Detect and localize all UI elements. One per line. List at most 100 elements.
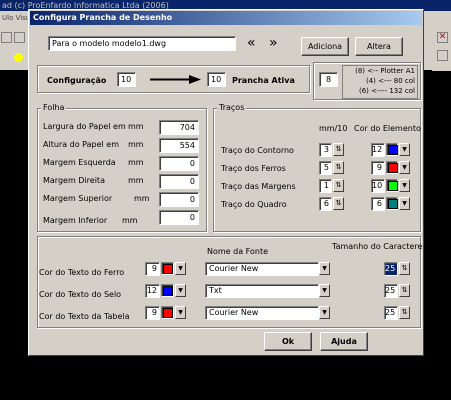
texto-color-dropdown-icon[interactable]: ▼ xyxy=(175,306,186,319)
plotter-input[interactable]: 8 xyxy=(319,72,338,87)
tracos-rows: Traço do Contorno 3 ⇅ 12 ▼ Traço dos Fer… xyxy=(221,140,419,211)
traco-color-preview xyxy=(386,161,398,174)
texto-row-label: Cor do Texto do Ferro xyxy=(39,268,125,277)
background-close-icon[interactable]: ✕ xyxy=(437,32,448,43)
traco-cor-input[interactable]: 10 xyxy=(371,179,385,193)
folha-row-unit: mm xyxy=(122,216,138,225)
folha-row-label: Margem Esquerda xyxy=(43,158,116,167)
texto-row-label: Cor do Texto da Tabela xyxy=(39,312,130,321)
tamanho-spinner-icon[interactable]: ⇅ xyxy=(399,284,410,297)
traco-mm-input[interactable]: 3 xyxy=(319,143,332,157)
background-toolbar-print-icon[interactable] xyxy=(14,32,25,43)
prancha-ativa-label: Prancha Ativa xyxy=(232,76,295,85)
next-model-icon[interactable]: » xyxy=(269,36,289,51)
plotter-option: (6) <---- 132 col xyxy=(359,87,415,95)
tracos-col-cor-header: Cor do Elemento xyxy=(354,124,421,133)
altera-button[interactable]: Altera xyxy=(355,37,403,56)
traco-color-preview xyxy=(386,179,398,192)
color-swatch xyxy=(163,286,173,296)
tamanho-spinner-icon[interactable]: ⇅ xyxy=(399,262,410,275)
plotter-option: (8) <-- Plotter A1 xyxy=(355,67,415,75)
ok-button[interactable]: Ok xyxy=(264,332,312,351)
texto-cor-input[interactable]: 9 xyxy=(145,262,160,276)
tamanho-input[interactable]: 25 xyxy=(384,262,398,276)
ajuda-button[interactable]: Ajuda xyxy=(320,332,368,351)
traco-mm-spinner-icon[interactable]: ⇅ xyxy=(333,197,344,210)
folha-rows: Largura do Papel em mm 704 Altura do Pap… xyxy=(43,120,208,230)
adiciona-button[interactable]: Adiciona xyxy=(301,37,349,56)
traco-color-dropdown-icon[interactable]: ▼ xyxy=(399,161,410,174)
traco-cor-input[interactable]: 9 xyxy=(371,161,385,175)
folha-row-unit: mm xyxy=(128,140,144,149)
arrow-right-icon xyxy=(150,75,201,84)
fonte-dropdown-icon[interactable]: ▼ xyxy=(319,284,330,297)
fonte-header: Nome da Fonte xyxy=(207,247,268,256)
configuracao-label: Configuração xyxy=(47,76,107,85)
texto-color-dropdown-icon[interactable]: ▼ xyxy=(175,284,186,297)
traco-color-preview xyxy=(386,143,398,156)
traco-row-label: Traço das Margens xyxy=(221,182,296,191)
texto-cor-input[interactable]: 12 xyxy=(145,284,160,298)
margem-superior-input[interactable]: 0 xyxy=(159,192,199,207)
texto-cor-input[interactable]: 9 xyxy=(145,306,160,320)
color-swatch xyxy=(163,264,173,274)
margem-esquerda-input[interactable]: 0 xyxy=(159,156,199,171)
tamanho-input[interactable]: 25 xyxy=(384,306,398,320)
traco-color-dropdown-icon[interactable]: ▼ xyxy=(399,179,410,192)
folha-group-title: Folha xyxy=(41,103,67,113)
plotter-options-box: (8) <-- Plotter A1 (4) <--- 80 col (6) <… xyxy=(342,65,418,99)
configura-prancha-dialog: Configura Prancha de Desenho Para o mode… xyxy=(28,9,424,356)
margem-direita-input[interactable]: 0 xyxy=(159,174,199,189)
altura-papel-input[interactable]: 554 xyxy=(159,138,199,153)
tamanho-header: Tamanho do Caractere xyxy=(332,242,423,251)
prancha-ativa-input[interactable]: 10 xyxy=(207,72,226,87)
background-zoom-icon[interactable] xyxy=(437,50,448,61)
fonte-dropdown-icon[interactable]: ▼ xyxy=(319,262,330,275)
texto-rows: Cor do Texto do Ferro 9 ▼ Courier New ▼ … xyxy=(39,260,419,326)
texto-color-dropdown-icon[interactable]: ▼ xyxy=(175,262,186,275)
prev-model-icon[interactable]: « xyxy=(247,36,267,51)
largura-papel-input[interactable]: 704 xyxy=(159,120,199,135)
traco-mm-input[interactable]: 5 xyxy=(319,161,332,175)
tamanho-spinner-icon[interactable]: ⇅ xyxy=(399,306,410,319)
traco-mm-input[interactable]: 6 xyxy=(319,197,332,211)
dialog-title: Configura Prancha de Desenho xyxy=(30,11,422,25)
traco-color-preview xyxy=(386,197,398,210)
traco-color-dropdown-icon[interactable]: ▼ xyxy=(399,197,410,210)
traco-row-label: Traço do Quadro xyxy=(221,200,287,209)
background-lightbulb-icon[interactable] xyxy=(14,53,23,62)
traco-cor-input[interactable]: 12 xyxy=(371,143,385,157)
traco-row-label: Traço dos Ferros xyxy=(221,164,286,173)
tracos-group-title: Traços xyxy=(217,103,247,113)
fonte-select[interactable]: Courier New xyxy=(205,262,319,276)
texto-color-preview xyxy=(161,306,174,319)
color-swatch xyxy=(163,308,173,318)
traco-mm-spinner-icon[interactable]: ⇅ xyxy=(333,161,344,174)
background-toolbar-save-icon[interactable] xyxy=(1,32,12,43)
fonte-select[interactable]: Txt xyxy=(205,284,319,298)
tamanho-input[interactable]: 25 xyxy=(384,284,398,298)
color-swatch xyxy=(388,181,398,191)
texto-color-preview xyxy=(161,284,174,297)
traco-mm-input[interactable]: 1 xyxy=(319,179,332,193)
folha-row-unit: mm xyxy=(128,122,144,131)
texto-color-preview xyxy=(161,262,174,275)
background-canvas xyxy=(0,365,451,400)
folha-row-unit: mm xyxy=(128,176,144,185)
folha-row-unit: mm xyxy=(128,158,144,167)
folha-row-label: Altura do Papel em xyxy=(43,140,119,149)
traco-cor-input[interactable]: 6 xyxy=(371,197,385,211)
folha-row-unit: mm xyxy=(134,194,150,203)
fonte-select[interactable]: Courier New xyxy=(205,306,319,320)
folha-row-label: Largura do Papel em xyxy=(43,122,126,131)
model-field[interactable]: Para o modelo modelo1.dwg xyxy=(48,36,236,51)
config-input[interactable]: 10 xyxy=(117,72,136,87)
traco-mm-spinner-icon[interactable]: ⇅ xyxy=(333,179,344,192)
traco-color-dropdown-icon[interactable]: ▼ xyxy=(399,143,410,156)
fonte-dropdown-icon[interactable]: ▼ xyxy=(319,306,330,319)
color-swatch xyxy=(388,163,398,173)
folha-row-label: Margem Superior xyxy=(43,194,113,203)
margem-inferior-input[interactable]: 0 xyxy=(159,210,199,225)
traco-mm-spinner-icon[interactable]: ⇅ xyxy=(333,143,344,156)
texto-row-label: Cor do Texto do Selo xyxy=(39,290,122,299)
